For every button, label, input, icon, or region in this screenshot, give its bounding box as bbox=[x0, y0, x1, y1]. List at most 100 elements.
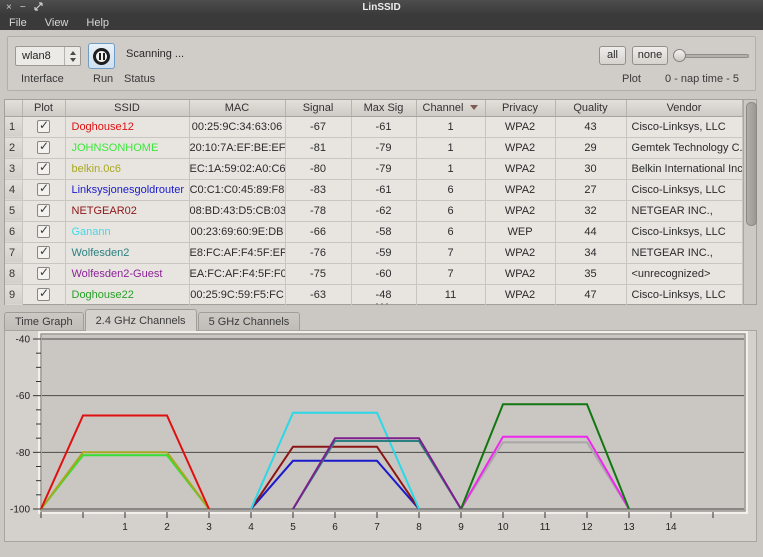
titlebar: × − LinSSID bbox=[0, 0, 763, 15]
cell-privacy: WPA2 bbox=[485, 200, 555, 221]
scrollbar-thumb[interactable] bbox=[746, 102, 757, 226]
cell-max-sig: -58 bbox=[351, 221, 416, 242]
close-icon[interactable]: × bbox=[6, 3, 12, 13]
minimize-icon[interactable]: − bbox=[20, 3, 26, 13]
cell-privacy: WPA2 bbox=[485, 137, 555, 158]
plot-cell: ✓ bbox=[22, 242, 65, 263]
plot-checkbox[interactable]: ✓ bbox=[37, 225, 50, 238]
table-row[interactable]: 1✓Doghouse1200:25:9C:34:63:06-67-611WPA2… bbox=[5, 116, 742, 137]
plot-checkbox[interactable]: ✓ bbox=[37, 141, 50, 154]
menu-item-view[interactable]: View bbox=[36, 16, 78, 30]
cell-ssid: belkin.0c6 bbox=[65, 158, 189, 179]
y-tick-label: -60 bbox=[16, 391, 31, 402]
nap-slider-handle[interactable] bbox=[673, 49, 686, 62]
plot-checkbox[interactable]: ✓ bbox=[37, 288, 50, 301]
menu-item-help[interactable]: Help bbox=[77, 16, 118, 30]
cell-channel: 6 bbox=[416, 221, 485, 242]
row-number: 8 bbox=[5, 263, 22, 284]
spinbox-arrows[interactable] bbox=[64, 47, 80, 65]
plot-all-button[interactable]: all bbox=[599, 46, 626, 65]
cell-ssid: JOHNSONHOME bbox=[65, 137, 189, 158]
row-number: 2 bbox=[5, 137, 22, 158]
cell-quality: 29 bbox=[555, 137, 626, 158]
column-header-max-sig[interactable]: Max Sig bbox=[351, 100, 416, 116]
cell-privacy: WPA2 bbox=[485, 263, 555, 284]
tab-5-ghz-channels[interactable]: 5 GHz Channels bbox=[198, 312, 301, 331]
cell-ssid: Wolfesden2-Guest bbox=[65, 263, 189, 284]
plot-cell: ✓ bbox=[22, 200, 65, 221]
column-header-vendor[interactable]: Vendor bbox=[626, 100, 742, 116]
cell-vendor: Belkin International Inc bbox=[626, 158, 742, 179]
x-tick-label: 14 bbox=[665, 522, 677, 533]
cell-quality: 47 bbox=[555, 284, 626, 305]
network-table: PlotSSIDMACSignalMax SigChannelPrivacyQu… bbox=[4, 99, 757, 305]
cell-ssid: Linksysjonesgoldrouter bbox=[65, 179, 189, 200]
cell-ssid: NETGEAR02 bbox=[65, 200, 189, 221]
cell-signal: -80 bbox=[285, 158, 351, 179]
table-row[interactable]: 6✓Ganann00:23:69:60:9E:DB-66-586WEP44Cis… bbox=[5, 221, 742, 242]
cell-mac: EC:1A:59:02:A0:C6 bbox=[189, 158, 285, 179]
plot-checkbox[interactable]: ✓ bbox=[37, 246, 50, 259]
channel-chart: -40-60-80-1001234567891011121314 bbox=[5, 331, 756, 541]
plot-checkbox[interactable]: ✓ bbox=[37, 120, 50, 133]
splitter-handle[interactable] bbox=[372, 303, 392, 307]
cell-channel: 1 bbox=[416, 116, 485, 137]
x-tick-label: 8 bbox=[416, 522, 422, 533]
cell-mac: 00:25:9C:34:63:06 bbox=[189, 116, 285, 137]
y-tick-label: -40 bbox=[16, 335, 31, 346]
status-label: Status bbox=[124, 73, 155, 85]
tab-2-4-ghz-channels[interactable]: 2.4 GHz Channels bbox=[85, 309, 197, 331]
plot-none-button[interactable]: none bbox=[632, 46, 668, 65]
column-header-signal[interactable]: Signal bbox=[285, 100, 351, 116]
column-header-quality[interactable]: Quality bbox=[555, 100, 626, 116]
column-header-ssid[interactable]: SSID bbox=[65, 100, 189, 116]
cell-signal: -81 bbox=[285, 137, 351, 158]
channel-chart-panel: -40-60-80-1001234567891011121314 bbox=[4, 330, 757, 542]
column-header-privacy[interactable]: Privacy bbox=[485, 100, 555, 116]
table-row[interactable]: 7✓Wolfesden2E8:FC:AF:F4:5F:EF-76-597WPA2… bbox=[5, 242, 742, 263]
table-row[interactable]: 9✓Doghouse2200:25:9C:59:F5:FC-63-4811WPA… bbox=[5, 284, 742, 305]
table-scrollbar[interactable] bbox=[743, 100, 757, 304]
checkmark-icon: ✓ bbox=[39, 244, 49, 258]
plot-checkbox[interactable]: ✓ bbox=[37, 267, 50, 280]
row-number: 3 bbox=[5, 158, 22, 179]
run-button[interactable] bbox=[88, 43, 115, 69]
table-row[interactable]: 8✓Wolfesden2-GuestEA:FC:AF:F4:5F:F0-75-6… bbox=[5, 263, 742, 284]
pause-icon bbox=[93, 48, 110, 65]
table-row[interactable]: 3✓belkin.0c6EC:1A:59:02:A0:C6-80-791WPA2… bbox=[5, 158, 742, 179]
cell-mac: EA:FC:AF:F4:5F:F0 bbox=[189, 263, 285, 284]
cell-mac: 00:23:69:60:9E:DB bbox=[189, 221, 285, 242]
menu-item-file[interactable]: File bbox=[0, 16, 36, 30]
plot-label: Plot bbox=[622, 73, 641, 85]
table-row[interactable]: 4✓LinksysjonesgoldrouterC0:C1:C0:45:89:F… bbox=[5, 179, 742, 200]
spin-up-icon[interactable] bbox=[70, 51, 76, 55]
table-row[interactable]: 5✓NETGEAR0208:BD:43:D5:CB:03-78-626WPA23… bbox=[5, 200, 742, 221]
plot-checkbox[interactable]: ✓ bbox=[37, 204, 50, 217]
column-header-channel[interactable]: Channel bbox=[416, 100, 485, 116]
x-tick-label: 6 bbox=[332, 522, 338, 533]
column-header-mac[interactable]: MAC bbox=[189, 100, 285, 116]
plot-checkbox[interactable]: ✓ bbox=[37, 183, 50, 196]
cell-channel: 1 bbox=[416, 158, 485, 179]
run-label: Run bbox=[93, 73, 113, 85]
cell-max-sig: -60 bbox=[351, 263, 416, 284]
column-header-plot[interactable]: Plot bbox=[22, 100, 65, 116]
cell-vendor: Cisco-Linksys, LLC bbox=[626, 179, 742, 200]
cell-privacy: WPA2 bbox=[485, 242, 555, 263]
spin-down-icon[interactable] bbox=[70, 58, 76, 62]
plot-cell: ✓ bbox=[22, 116, 65, 137]
cell-vendor: NETGEAR INC., bbox=[626, 200, 742, 221]
cell-vendor: <unrecognized> bbox=[626, 263, 742, 284]
cell-max-sig: -61 bbox=[351, 116, 416, 137]
cell-quality: 27 bbox=[555, 179, 626, 200]
plot-checkbox[interactable]: ✓ bbox=[37, 162, 50, 175]
plot-cell: ✓ bbox=[22, 137, 65, 158]
table-row[interactable]: 2✓JOHNSONHOME20:10:7A:EF:BE:EF-81-791WPA… bbox=[5, 137, 742, 158]
nap-time-slider[interactable] bbox=[673, 54, 749, 58]
interface-spinbox[interactable]: wlan8 bbox=[15, 46, 81, 66]
tab-time-graph[interactable]: Time Graph bbox=[4, 312, 84, 331]
cell-privacy: WPA2 bbox=[485, 116, 555, 137]
cell-privacy: WPA2 bbox=[485, 284, 555, 305]
plot-cell: ✓ bbox=[22, 179, 65, 200]
maximize-icon[interactable] bbox=[34, 2, 43, 14]
